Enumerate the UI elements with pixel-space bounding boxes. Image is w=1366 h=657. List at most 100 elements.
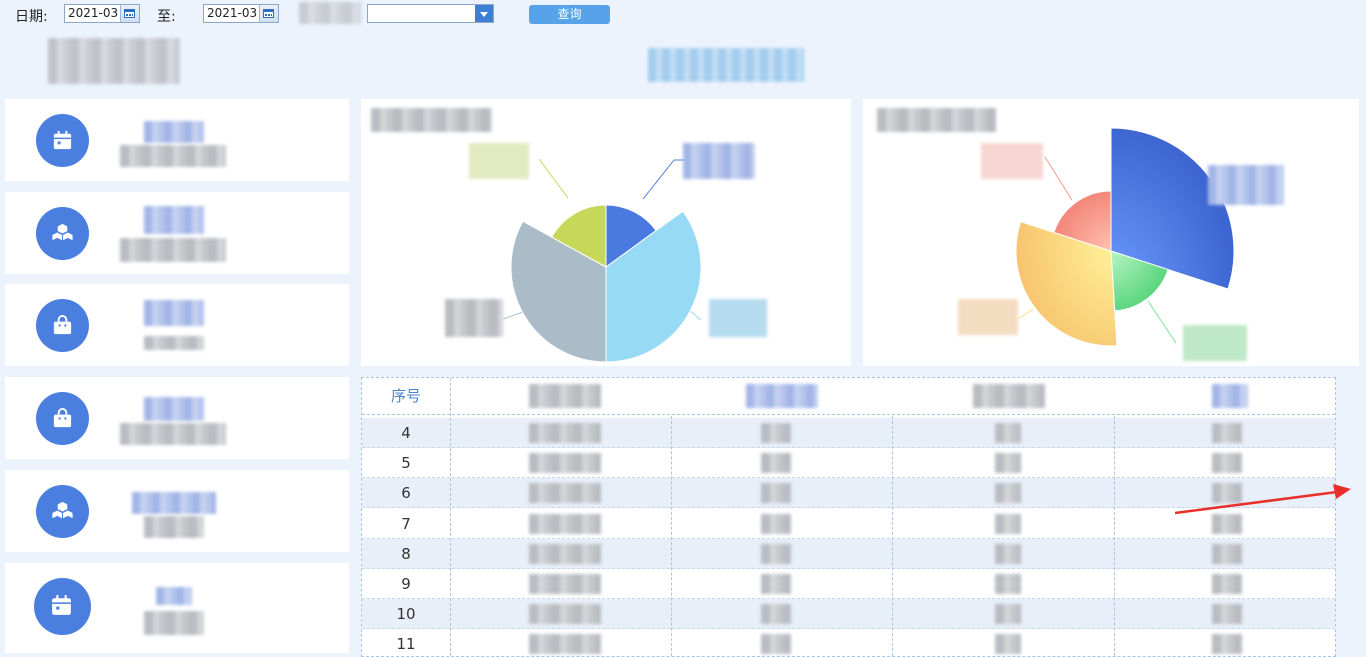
calendar-icon[interactable] bbox=[259, 5, 278, 22]
cubes-icon bbox=[36, 485, 89, 538]
cell-value-redacted bbox=[529, 604, 601, 625]
chevron-down-icon[interactable] bbox=[475, 5, 493, 22]
calendar-icon bbox=[36, 114, 89, 167]
legend-label-redacted bbox=[445, 299, 503, 337]
pie-chart-1 bbox=[502, 158, 702, 363]
column-header-redacted bbox=[973, 384, 1045, 408]
table-row[interactable]: 4 bbox=[362, 418, 1335, 448]
table-row[interactable]: 11 bbox=[362, 629, 1335, 656]
table-header: 序号 bbox=[362, 378, 1335, 415]
legend-label-redacted bbox=[469, 143, 529, 179]
row-seq-number: 11 bbox=[396, 635, 416, 654]
end-date-input[interactable]: 2021-03 bbox=[203, 4, 279, 23]
date-label: 日期: bbox=[15, 9, 48, 25]
to-label: 至: bbox=[157, 9, 176, 25]
annotation-arrow-icon bbox=[1175, 484, 1351, 515]
row-seq-number: 7 bbox=[401, 514, 411, 533]
cell-value-redacted bbox=[529, 543, 601, 564]
start-date-value: 2021-03 bbox=[68, 6, 119, 20]
stat-card bbox=[5, 284, 349, 366]
stat-value-redacted bbox=[120, 423, 226, 445]
cell-value-redacted bbox=[761, 634, 791, 655]
stat-value-redacted bbox=[144, 516, 204, 538]
filter-label-redacted bbox=[299, 2, 361, 24]
legend-label-redacted bbox=[709, 299, 767, 337]
bag-icon bbox=[36, 392, 89, 445]
cell-value-redacted bbox=[761, 513, 791, 534]
cell-value-redacted bbox=[995, 513, 1021, 534]
cell-value-redacted bbox=[761, 543, 791, 564]
pie-chart-panel-1 bbox=[361, 99, 851, 366]
legend-label-redacted bbox=[958, 299, 1018, 335]
cell-value-redacted bbox=[1212, 423, 1242, 443]
leader-line bbox=[642, 159, 675, 200]
table-row[interactable]: 5 bbox=[362, 448, 1335, 479]
column-header-redacted bbox=[746, 384, 818, 408]
stat-label-redacted bbox=[144, 206, 204, 234]
column-header-seq: 序号 bbox=[390, 387, 421, 405]
cell-value-redacted bbox=[1212, 543, 1242, 564]
cell-value-redacted bbox=[995, 423, 1021, 443]
bag-icon bbox=[36, 299, 89, 352]
leader-line bbox=[1147, 300, 1177, 344]
stat-card bbox=[5, 99, 349, 181]
row-seq-number: 9 bbox=[401, 575, 411, 593]
cell-value-redacted bbox=[995, 483, 1021, 504]
cell-value-redacted bbox=[529, 483, 601, 504]
end-date-value: 2021-03 bbox=[207, 6, 258, 20]
stat-value-redacted bbox=[120, 145, 226, 167]
legend-label-redacted bbox=[683, 143, 755, 179]
cell-value-redacted bbox=[995, 574, 1021, 594]
cell-value-redacted bbox=[761, 453, 791, 474]
cell-value-redacted bbox=[761, 574, 791, 594]
row-seq-number: 4 bbox=[401, 424, 411, 442]
column-divider bbox=[671, 416, 672, 656]
query-button[interactable]: 查询 bbox=[529, 5, 610, 24]
cell-value-redacted bbox=[529, 634, 601, 655]
column-divider bbox=[892, 416, 893, 656]
cell-value-redacted bbox=[1212, 604, 1242, 625]
stat-card bbox=[5, 470, 349, 552]
stat-label-redacted bbox=[132, 492, 216, 514]
stat-value-redacted bbox=[144, 611, 204, 635]
stat-label-redacted bbox=[156, 587, 192, 605]
pie-chart-panel-2 bbox=[863, 99, 1359, 366]
cell-value-redacted bbox=[529, 513, 601, 534]
stat-card bbox=[5, 377, 349, 459]
table-row[interactable]: 8 bbox=[362, 538, 1335, 569]
cell-value-redacted bbox=[529, 453, 601, 474]
stat-label-redacted bbox=[144, 397, 204, 421]
table-row[interactable]: 10 bbox=[362, 599, 1335, 630]
cell-value-redacted bbox=[529, 574, 601, 594]
legend-label-redacted bbox=[981, 143, 1043, 179]
calendar-icon[interactable] bbox=[120, 5, 139, 22]
leader-line bbox=[538, 158, 569, 199]
cell-value-redacted bbox=[995, 604, 1021, 625]
column-header-redacted bbox=[1212, 384, 1248, 408]
stat-label-redacted bbox=[144, 300, 204, 326]
cell-value-redacted bbox=[761, 604, 791, 625]
calendar-icon bbox=[34, 578, 91, 635]
cell-value-redacted bbox=[761, 483, 791, 504]
row-seq-number: 6 bbox=[401, 484, 411, 503]
start-date-input[interactable]: 2021-03 bbox=[64, 4, 140, 23]
page-title-redacted bbox=[648, 48, 804, 82]
cell-value-redacted bbox=[1212, 634, 1242, 655]
pie-chart-2 bbox=[1015, 127, 1235, 347]
table-row[interactable]: 9 bbox=[362, 569, 1335, 599]
column-header-redacted bbox=[529, 384, 601, 408]
company-name-redacted bbox=[48, 38, 180, 84]
cubes-icon bbox=[36, 207, 89, 260]
leader-line bbox=[1044, 156, 1073, 201]
filter-select[interactable] bbox=[367, 4, 494, 23]
legend-label-redacted bbox=[1183, 325, 1247, 361]
stat-value-redacted bbox=[144, 336, 204, 350]
row-seq-number: 10 bbox=[396, 605, 416, 624]
column-divider bbox=[1114, 416, 1115, 656]
stat-card bbox=[5, 192, 349, 274]
stat-card bbox=[5, 563, 349, 653]
column-divider bbox=[450, 378, 451, 656]
row-seq-number: 5 bbox=[401, 454, 411, 473]
stat-label-redacted bbox=[144, 121, 204, 143]
cell-value-redacted bbox=[1212, 574, 1242, 594]
